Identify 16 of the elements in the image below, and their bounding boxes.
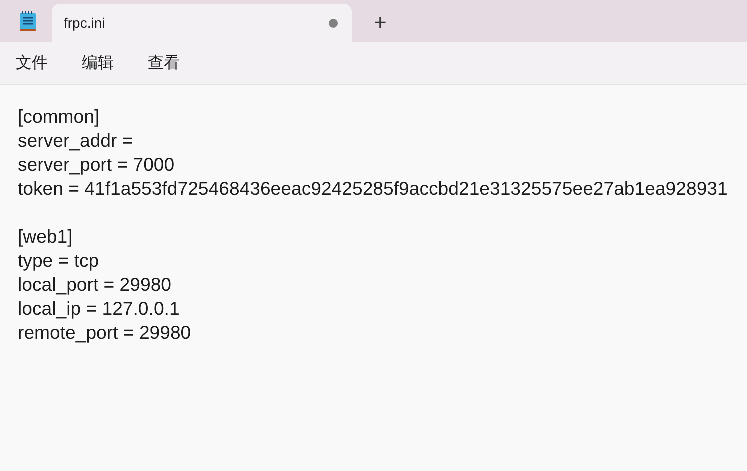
text-line: local_ip = 127.0.0.1: [18, 297, 181, 321]
menu-item[interactable]: 编辑: [82, 52, 114, 74]
text-line: token = 41f1a553fd725468436eeac92425285f9accbd21e31325575ee27ab1ea928931: [18, 177, 729, 201]
notepad-icon: [18, 10, 38, 32]
text-line: remote_port = 29980: [18, 321, 192, 345]
menu-item[interactable]: 查看: [148, 52, 180, 74]
text-line: server_addr =: [18, 129, 134, 153]
new-tab-button[interactable]: +: [366, 10, 395, 36]
tab[interactable]: frpc.ini: [52, 4, 352, 42]
text-line: [common]: [18, 105, 101, 129]
text-line: local_port = 29980: [18, 273, 173, 297]
text-line: [web1]: [18, 225, 74, 249]
tab-title: frpc.ini: [64, 15, 106, 31]
text-line: server_port = 7000: [18, 153, 176, 177]
menu-item[interactable]: 文件: [16, 52, 48, 74]
text-line: type = tcp: [18, 249, 100, 273]
